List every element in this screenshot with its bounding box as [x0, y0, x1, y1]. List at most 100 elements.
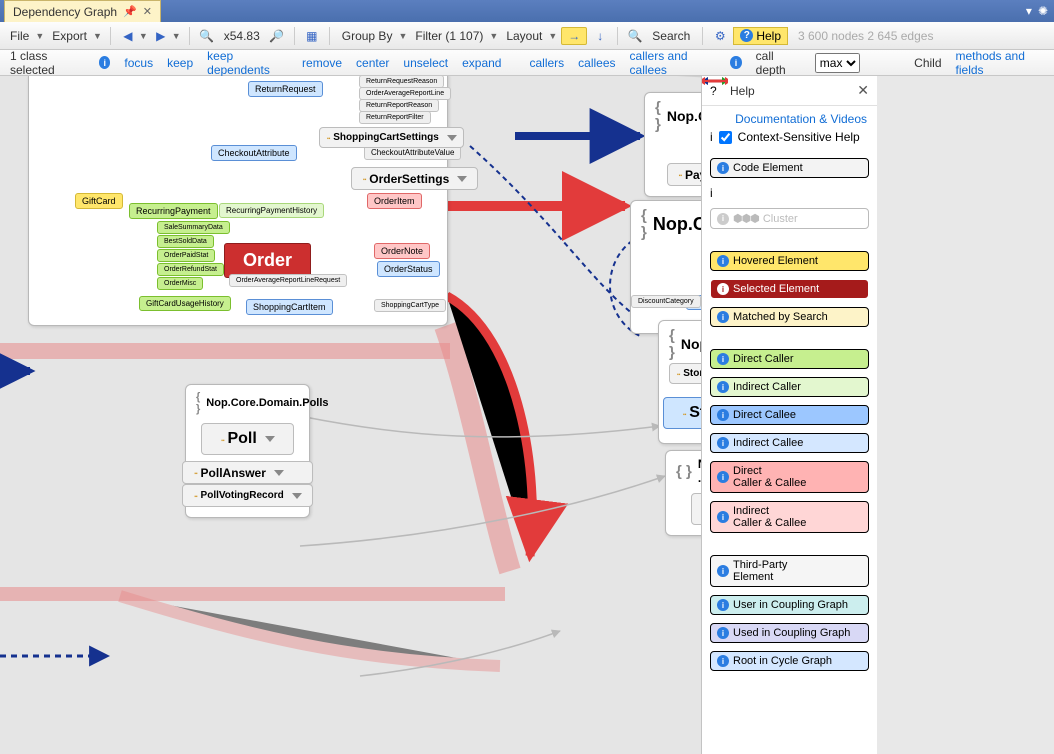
checkout-node[interactable]: CheckoutAttribute — [211, 145, 297, 161]
search-button[interactable]: Search — [648, 29, 694, 43]
keep-link[interactable]: keep — [167, 56, 193, 70]
filter-menu[interactable]: Filter (1 107) — [411, 29, 487, 43]
legend-direct-caller[interactable]: iDirect Caller — [710, 349, 869, 369]
legend-direct-cc[interactable]: iDirect Caller & Callee — [710, 461, 869, 493]
orderitem-node[interactable]: OrderItem — [367, 193, 422, 209]
disccat-node[interactable]: DiscountCategory — [631, 295, 701, 308]
selection-status: 1 class selected — [10, 49, 85, 77]
orders-cluster[interactable]: Order OrderItem OrderNote OrderStatus ∙∙… — [28, 76, 448, 326]
focus-link[interactable]: focus — [124, 56, 153, 70]
remove-link[interactable]: remove — [302, 56, 342, 70]
legend-user-coupling[interactable]: iUser in Coupling Graph — [710, 595, 869, 615]
search-icon[interactable]: 🔍 — [626, 27, 644, 45]
title-bar: Dependency Graph 📌 ✕ ▾ ✺ — [0, 0, 1054, 22]
keepdep-link[interactable]: keep dependents — [207, 49, 288, 77]
graph-stats: 3 600 nodes 2 645 edges — [798, 29, 933, 43]
document-tab[interactable]: Dependency Graph 📌 ✕ — [4, 0, 161, 22]
help-icon: ? — [740, 29, 753, 42]
pin-icon[interactable]: 📌 — [123, 5, 137, 18]
info-icon: i — [710, 130, 713, 144]
giftcard-node[interactable]: GiftCard — [75, 193, 123, 209]
help-panel: ? Help ✕ Documentation & Videos i Contex… — [701, 76, 877, 754]
selection-toolbar: 1 class selected i focus keep keep depen… — [0, 50, 1054, 76]
legend-indirect-cc[interactable]: iIndirect Caller & Callee — [710, 501, 869, 533]
ordernote-node[interactable]: OrderNote — [374, 243, 430, 259]
groupby-menu[interactable]: Group By — [338, 29, 397, 43]
legend: iCode Element i i⬢⬢⬢Cluster iHovered Ele… — [702, 154, 877, 754]
file-menu[interactable]: File — [6, 29, 33, 43]
fit-icon[interactable]: ▦ — [303, 27, 321, 45]
returnreq-node[interactable]: ReturnRequest — [248, 81, 323, 97]
zoom-out-icon[interactable]: 🔍 — [198, 27, 216, 45]
callees-link[interactable]: callees — [578, 56, 615, 70]
zoom-in-icon[interactable]: 🔎 — [268, 27, 286, 45]
docs-link[interactable]: Documentation & Videos — [702, 106, 877, 128]
collapse-icon[interactable]: ▾ — [1026, 4, 1032, 18]
orderpaid-node[interactable]: OrderPaidStat — [157, 249, 215, 262]
layout-lr-button[interactable]: → — [561, 27, 587, 45]
main-toolbar: File▼ Export▼ ◀▼ ▶▼ 🔍 x54.83 🔎 ▦ Group B… — [0, 22, 1054, 50]
legend-matched[interactable]: iMatched by Search — [710, 307, 869, 327]
pollvoting-node[interactable]: ∙∙PollVotingRecord — [182, 484, 312, 507]
center-link[interactable]: center — [356, 56, 389, 70]
settings-gear-icon[interactable]: ✺ — [1038, 4, 1048, 18]
legend-direct-callee[interactable]: iDirect Callee — [710, 405, 869, 425]
pollanswer-node[interactable]: ∙∙PollAnswer — [182, 461, 312, 484]
legend-cluster[interactable]: i⬢⬢⬢Cluster — [710, 208, 869, 229]
ordersettings-node[interactable]: ∙∙OrderSettings — [351, 167, 478, 190]
gcusage-node[interactable]: GiftCardUsageHistory — [139, 296, 231, 311]
orderrefund-node[interactable]: OrderRefundStat — [157, 263, 224, 276]
info-icon[interactable]: i — [99, 56, 110, 69]
shipcalltype-node[interactable]: ShoppingCartType — [374, 299, 446, 312]
options-gear-icon[interactable]: ⚙ — [711, 27, 729, 45]
returnreportf-node[interactable]: ReturnReportFilter — [359, 111, 431, 124]
nav-fwd-icon[interactable]: ▶ — [152, 27, 170, 45]
orderavgreq-node[interactable]: OrderAverageReportLineRequest — [229, 274, 347, 287]
nav-back-icon[interactable]: ◀ — [119, 27, 137, 45]
tab-title: Dependency Graph — [13, 5, 117, 19]
legend-code[interactable]: iCode Element — [710, 158, 869, 178]
legend-indirect-caller[interactable]: iIndirect Caller — [710, 377, 869, 397]
legend-indirect-callee[interactable]: iIndirect Callee — [710, 433, 869, 453]
rechist-node[interactable]: RecurringPaymentHistory — [219, 203, 324, 218]
legend-thirdparty[interactable]: iThird-Party Element — [710, 555, 869, 587]
graph-canvas[interactable]: Order OrderItem OrderNote OrderStatus ∙∙… — [0, 76, 877, 754]
export-menu[interactable]: Export — [48, 29, 91, 43]
legend-root-cycle[interactable]: iRoot in Cycle Graph — [710, 651, 869, 671]
bestsold-node[interactable]: BestSoldData — [157, 235, 214, 248]
layout-menu[interactable]: Layout — [502, 29, 546, 43]
help-title: Help — [730, 84, 755, 98]
help-label: Help — [756, 29, 781, 43]
help-icon: ? — [710, 84, 724, 98]
recurring-node[interactable]: RecurringPayment — [129, 203, 218, 219]
polls-title: Nop.Core.Domain.Polls — [206, 397, 328, 409]
help-button[interactable]: ? Help — [733, 27, 788, 45]
methods-link[interactable]: methods and fields — [956, 49, 1044, 77]
ordermisc-node[interactable]: OrderMisc — [157, 277, 203, 290]
expand-link[interactable]: expand — [462, 56, 501, 70]
calldepth-select[interactable]: max — [815, 53, 860, 73]
close-help-icon[interactable]: ✕ — [857, 82, 869, 99]
order-node[interactable]: Order — [224, 243, 311, 278]
legend-selected[interactable]: iSelected Element — [710, 279, 869, 299]
calldepth-label: call depth — [756, 49, 801, 77]
cart-node[interactable]: ShoppingCartItem — [246, 299, 333, 315]
legend-used-coupling[interactable]: iUsed in Coupling Graph — [710, 623, 869, 643]
callersandcallees-link[interactable]: callers and callees — [630, 49, 717, 77]
child-label: Child — [914, 56, 941, 70]
main-area: Order OrderItem OrderNote OrderStatus ∙∙… — [0, 76, 1054, 754]
cartsettings-node[interactable]: ∙∙ShoppingCartSettings — [319, 127, 464, 148]
unselect-link[interactable]: unselect — [403, 56, 448, 70]
orderstatus-node[interactable]: OrderStatus — [377, 261, 440, 277]
salesum-node[interactable]: SaleSummaryData — [157, 221, 230, 234]
close-tab-icon[interactable]: ✕ — [143, 5, 152, 18]
poll-node[interactable]: ∙∙Poll — [201, 423, 294, 455]
layout-tb-button[interactable]: ↓ — [591, 27, 609, 45]
callers-link[interactable]: callers — [529, 56, 564, 70]
info-icon[interactable]: i — [730, 56, 741, 69]
zoom-level[interactable]: x54.83 — [220, 29, 264, 43]
context-help-label: Context-Sensitive Help — [738, 130, 860, 144]
context-help-checkbox[interactable] — [719, 131, 732, 144]
polls-cluster[interactable]: { }Nop.Core.Domain.Polls ∙∙Poll ∙∙PollAn… — [185, 384, 310, 518]
legend-hovered[interactable]: iHovered Element — [710, 251, 869, 271]
